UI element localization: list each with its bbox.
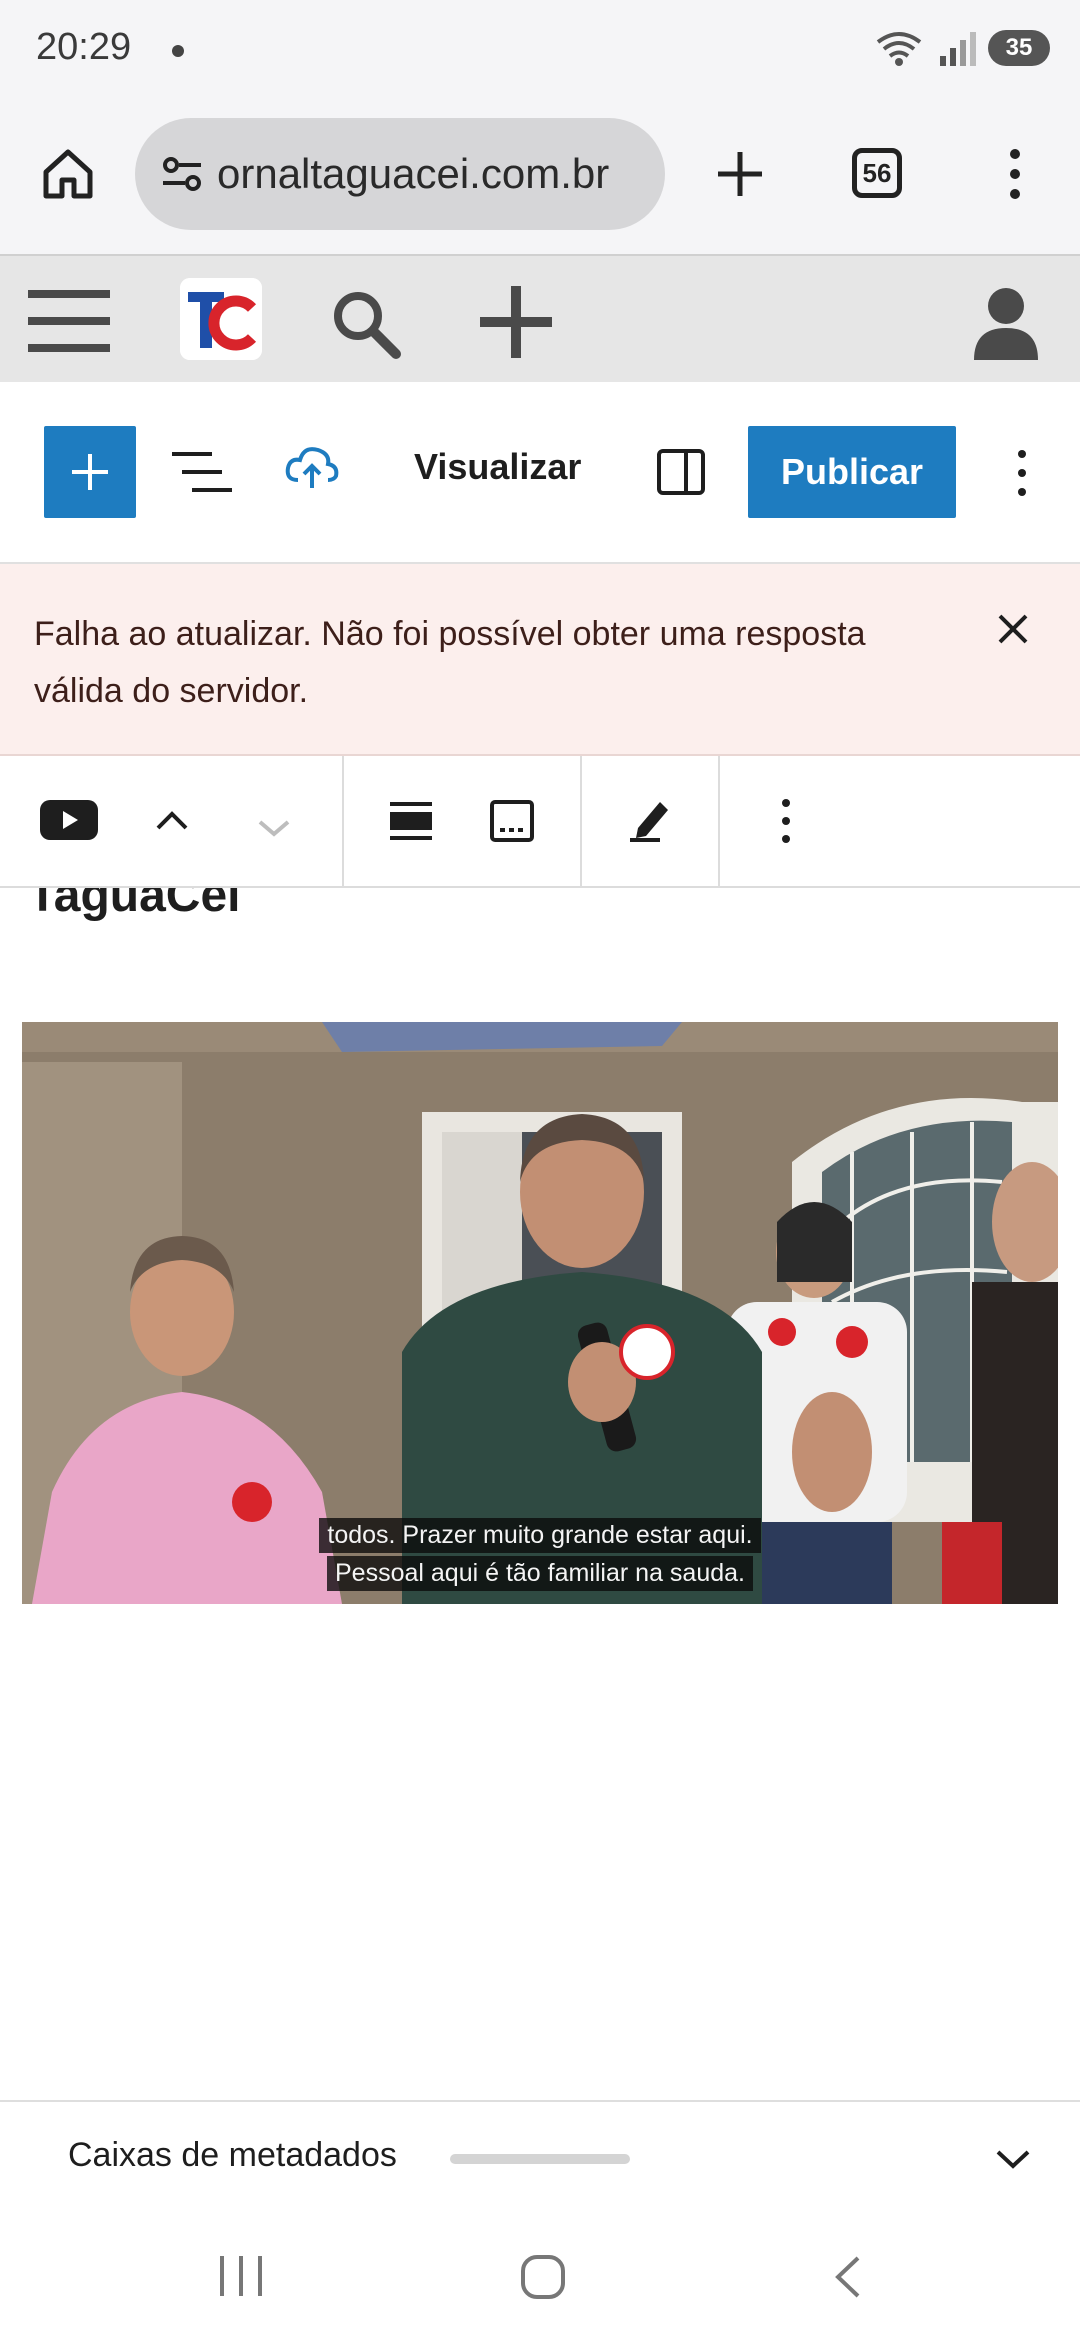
status-bar: 20:29 35 <box>0 0 1080 100</box>
toolbar-divider <box>342 756 344 886</box>
url-text[interactable]: ornaltaguacei.com.br <box>217 150 609 198</box>
notification-dot <box>172 45 184 57</box>
address-bar[interactable]: ornaltaguacei.com.br <box>135 118 665 230</box>
site-logo-icon <box>180 278 262 360</box>
status-icons: 35 <box>874 28 1050 68</box>
caption-icon[interactable] <box>490 800 534 842</box>
subtitle-line: todos. Prazer muito grande estar aqui. <box>319 1518 761 1553</box>
video-frame <box>22 1022 1058 1604</box>
preview-button[interactable]: Visualizar <box>414 446 581 488</box>
chevron-down-icon[interactable] <box>994 2146 1032 2170</box>
document-overview-icon[interactable] <box>172 448 232 496</box>
hamburger-menu-icon[interactable] <box>28 286 110 356</box>
block-toolbar <box>0 756 1080 888</box>
metadata-boxes-panel[interactable]: Caixas de metadados <box>0 2100 1080 2208</box>
cloud-upload-icon[interactable] <box>284 442 340 492</box>
align-icon[interactable] <box>390 800 432 842</box>
toolbar-divider <box>718 756 720 886</box>
publish-button[interactable]: Publicar <box>748 426 956 518</box>
site-settings-icon[interactable] <box>157 149 207 199</box>
error-notice: Falha ao atualizar. Não foi possível obt… <box>0 564 1080 756</box>
recents-icon[interactable] <box>218 2256 264 2296</box>
video-subtitle: todos. Prazer muito grande estar aqui. <box>22 1518 1058 1553</box>
block-options-icon[interactable] <box>780 798 792 844</box>
home-button-icon[interactable] <box>520 2254 566 2300</box>
back-icon[interactable] <box>830 2254 864 2300</box>
search-icon[interactable] <box>328 286 404 362</box>
battery-indicator: 35 <box>988 30 1050 66</box>
user-avatar-icon[interactable] <box>970 282 1042 362</box>
video-subtitle: Pessoal aqui é tão familiar na sauda. <box>22 1556 1058 1591</box>
close-icon[interactable] <box>996 612 1030 646</box>
move-down-icon[interactable] <box>256 816 292 840</box>
more-options-icon[interactable] <box>1016 448 1028 498</box>
editor-toolbar: Visualizar Publicar <box>0 382 1080 564</box>
toolbar-divider <box>580 756 582 886</box>
new-tab-icon[interactable] <box>710 144 770 204</box>
settings-sidebar-icon[interactable] <box>656 448 706 496</box>
browser-menu-icon[interactable] <box>1000 144 1030 204</box>
youtube-icon[interactable] <box>40 800 98 840</box>
signal-icon <box>940 32 976 66</box>
move-up-icon[interactable] <box>154 808 190 832</box>
subtitle-line: Pessoal aqui é tão familiar na sauda. <box>327 1556 753 1591</box>
plus-icon <box>72 454 108 490</box>
add-new-icon[interactable] <box>476 286 556 358</box>
tab-switcher-button[interactable]: 56 <box>852 148 902 198</box>
browser-toolbar: ornaltaguacei.com.br 56 <box>0 100 1080 254</box>
error-notice-message: Falha ao atualizar. Não foi possível obt… <box>34 615 866 710</box>
metadata-boxes-label[interactable]: Caixas de metadados <box>68 2136 397 2175</box>
wifi-icon <box>876 32 922 66</box>
home-icon[interactable] <box>38 144 98 204</box>
site-logo[interactable] <box>180 278 262 360</box>
status-time: 20:29 <box>36 26 132 68</box>
youtube-embed[interactable]: todos. Prazer muito grande estar aqui. P… <box>22 1022 1058 1604</box>
block-inserter-button[interactable] <box>44 426 136 518</box>
wp-admin-bar <box>0 254 1080 382</box>
edit-pencil-icon[interactable] <box>628 796 672 842</box>
resize-handle[interactable] <box>450 2154 630 2164</box>
system-navigation-bar <box>0 2208 1080 2340</box>
